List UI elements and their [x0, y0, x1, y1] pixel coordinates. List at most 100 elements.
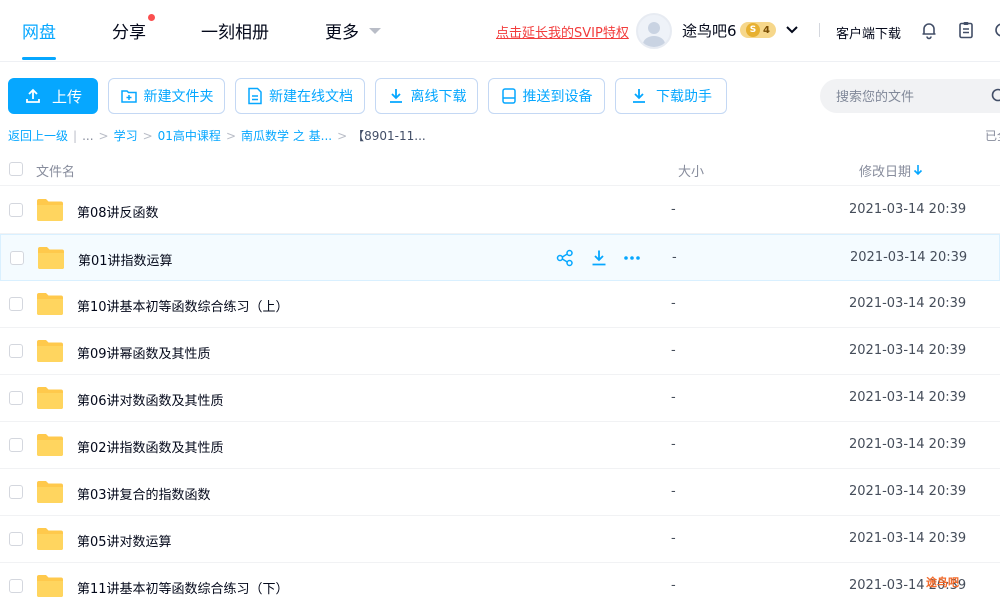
breadcrumb-ellipsis[interactable]: ... [82, 129, 93, 143]
download-helper-icon [633, 89, 645, 103]
notification-dot [148, 14, 155, 21]
folder-icon [37, 481, 63, 503]
folder-icon [37, 575, 63, 597]
svip-promo-link[interactable]: 点击延长我的SVIP特权 [496, 22, 629, 41]
row-checkbox[interactable] [9, 579, 23, 593]
folder-icon [37, 293, 63, 315]
file-name[interactable]: 第03讲复合的指数函数 [77, 484, 211, 503]
row-checkbox[interactable] [9, 203, 23, 217]
new-folder-label: 新建文件夹 [143, 89, 214, 105]
breadcrumb-item[interactable]: 01高中课程 [158, 129, 221, 143]
download-icon [389, 89, 402, 103]
file-size: - [671, 437, 676, 452]
file-name[interactable]: 第02讲指数函数及其性质 [77, 437, 224, 456]
table-row[interactable]: 第10讲基本初等函数综合练习（上） - 2021-03-14 20:39 [0, 281, 1000, 328]
table-row[interactable]: 第08讲反函数 - 2021-03-14 20:39 [0, 187, 1000, 234]
breadcrumb-item[interactable]: 学习 [114, 129, 138, 143]
username[interactable]: 途鸟吧6 [682, 20, 737, 41]
file-size: - [671, 343, 676, 358]
column-modified-header[interactable]: 修改日期 [859, 161, 911, 180]
settings-icon[interactable] [992, 20, 1000, 40]
file-name[interactable]: 第11讲基本初等函数综合练习（下） [77, 578, 289, 597]
table-row[interactable]: 第01讲指数运算 - 2021-03-14 20:39 [0, 234, 1000, 281]
chevron-down-icon[interactable] [369, 28, 381, 34]
push-device-label: 推送到设备 [522, 89, 593, 105]
table-row[interactable]: 第05讲对数运算 - 2021-03-14 20:39 [0, 516, 1000, 563]
file-date: 2021-03-14 20:39 [849, 437, 967, 452]
device-icon [501, 88, 516, 104]
new-folder-button[interactable]: 新建文件夹 [108, 78, 225, 114]
file-size: - [672, 250, 677, 265]
table-row[interactable]: 第02讲指数函数及其性质 - 2021-03-14 20:39 [0, 422, 1000, 469]
share-icon[interactable] [556, 249, 574, 267]
upload-button[interactable]: 上传 [8, 78, 98, 114]
select-all-checkbox[interactable] [9, 162, 23, 176]
client-download-link[interactable]: 客户端下载 [836, 23, 901, 42]
table-row[interactable]: 第09讲幂函数及其性质 - 2021-03-14 20:39 [0, 328, 1000, 375]
back-link[interactable]: 返回上一级 [8, 129, 68, 143]
push-device-button[interactable]: 推送到设备 [488, 78, 605, 114]
row-checkbox[interactable] [9, 532, 23, 546]
folder-icon [37, 340, 63, 362]
tab-share[interactable]: 分享 [112, 18, 146, 43]
file-name[interactable]: 第08讲反函数 [77, 202, 159, 221]
user-menu-chevron-icon[interactable] [784, 22, 800, 38]
file-date: 2021-03-14 20:39 [850, 250, 968, 265]
user-avatar-icon [643, 22, 665, 47]
row-checkbox[interactable] [9, 485, 23, 499]
row-checkbox[interactable] [10, 251, 24, 265]
download-icon[interactable] [590, 249, 608, 267]
more-icon[interactable] [623, 249, 641, 267]
file-size: - [671, 390, 676, 405]
offline-download-button[interactable]: 离线下载 [375, 78, 478, 114]
top-navigation: 网盘 分享 一刻相册 更多 点击延长我的SVIP特权 途鸟吧6 S4 客户端下载 [0, 0, 1000, 62]
folder-icon [37, 528, 63, 550]
new-doc-label: 新建在线文档 [269, 89, 353, 105]
file-name[interactable]: 第05讲对数运算 [77, 531, 172, 550]
row-checkbox[interactable] [9, 391, 23, 405]
file-list: 第08讲反函数 - 2021-03-14 20:39 第01讲指数运算 - 20… [0, 187, 1000, 601]
file-name[interactable]: 第10讲基本初等函数综合练习（上） [77, 296, 289, 315]
row-checkbox[interactable] [9, 438, 23, 452]
vip-level: 4 [763, 24, 770, 36]
upload-label: 上传 [51, 87, 82, 106]
file-size: - [671, 578, 676, 593]
row-checkbox[interactable] [9, 297, 23, 311]
bell-icon[interactable] [919, 20, 939, 40]
file-date: 2021-03-14 20:39 [849, 484, 967, 499]
active-tab-indicator [22, 57, 56, 60]
file-size: - [671, 531, 676, 546]
file-name[interactable]: 第06讲对数函数及其性质 [77, 390, 224, 409]
search-icon[interactable] [990, 87, 1000, 105]
breadcrumb: 返回上一级 |... > 学习 >01高中课程 > 南瓜数学 之 基... > 【8901-11… [8, 129, 426, 143]
file-size: - [671, 296, 676, 311]
file-name[interactable]: 第01讲指数运算 [78, 250, 173, 269]
avatar[interactable] [636, 13, 672, 49]
folder-icon [37, 199, 63, 221]
folder-icon [37, 387, 63, 409]
table-header: 文件名 大小 修改日期 [0, 152, 1000, 186]
download-helper-button[interactable]: 下载助手 [615, 78, 727, 114]
table-row[interactable]: 第11讲基本初等函数综合练习（下） - 2021-03-14 20:39 [0, 563, 1000, 601]
table-row[interactable]: 第03讲复合的指数函数 - 2021-03-14 20:39 [0, 469, 1000, 516]
tab-netdisk[interactable]: 网盘 [22, 18, 56, 43]
new-doc-button[interactable]: 新建在线文档 [235, 78, 365, 114]
document-icon [248, 87, 262, 105]
tab-album[interactable]: 一刻相册 [201, 18, 269, 43]
file-date: 2021-03-14 20:39 [849, 296, 967, 311]
row-checkbox[interactable] [9, 344, 23, 358]
file-size: - [671, 202, 676, 217]
offline-download-label: 离线下载 [410, 89, 467, 105]
column-size-header[interactable]: 大小 [678, 161, 704, 180]
table-row[interactable]: 第06讲对数函数及其性质 - 2021-03-14 20:39 [0, 375, 1000, 422]
tab-more[interactable]: 更多 [325, 18, 359, 43]
arrow-down-icon[interactable] [913, 164, 923, 176]
file-name[interactable]: 第09讲幂函数及其性质 [77, 343, 211, 362]
column-name-header[interactable]: 文件名 [36, 161, 75, 180]
clipboard-icon[interactable] [956, 20, 976, 40]
file-size: - [671, 484, 676, 499]
vip-badge: S4 [740, 22, 776, 38]
breadcrumb-item[interactable]: 南瓜数学 之 基... [241, 129, 332, 143]
file-date: 2021-03-14 20:39 [849, 531, 967, 546]
search-input[interactable] [820, 79, 1000, 113]
